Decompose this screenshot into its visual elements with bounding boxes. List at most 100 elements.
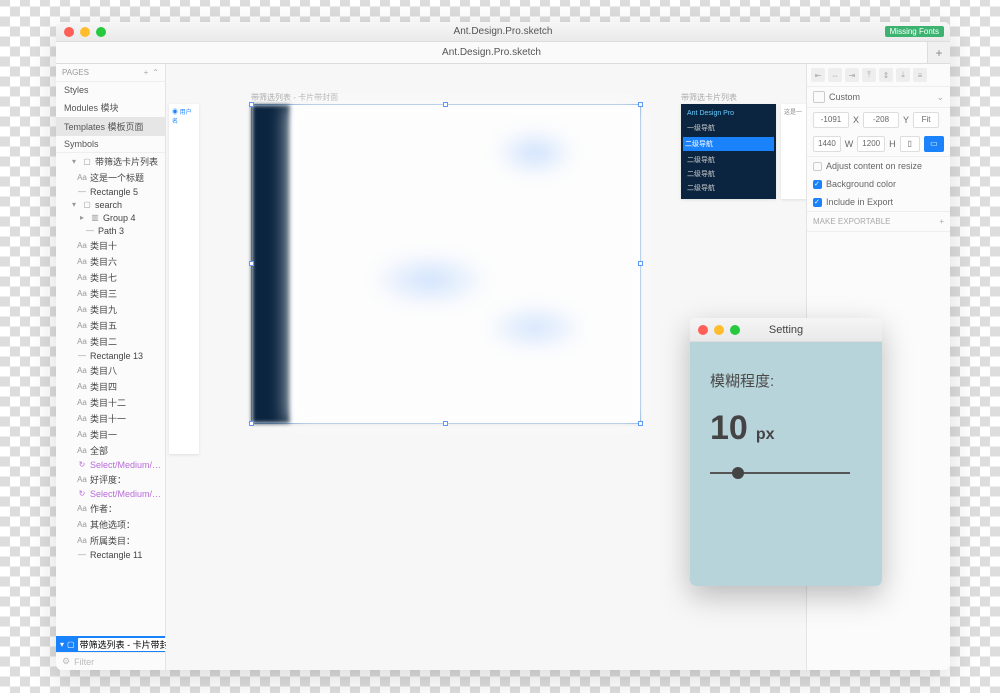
- add-page-icon[interactable]: +: [144, 68, 149, 77]
- distribute-icon[interactable]: ≡: [913, 68, 927, 82]
- window-title: Ant.Design.Pro.sketch: [56, 26, 950, 37]
- layer-row[interactable]: ▾▢带筛选卡片列表: [56, 153, 165, 169]
- layer-row[interactable]: ↻Select/Medium/…: [56, 487, 165, 500]
- artboard-label-main: 带筛选列表 - 卡片带封面: [251, 92, 338, 103]
- layer-label: 类目一: [90, 428, 117, 441]
- nav-item: 二级导航: [687, 153, 770, 167]
- align-bottom-icon[interactable]: ⤓: [896, 68, 910, 82]
- layer-label: 全部: [90, 444, 108, 457]
- landscape-button[interactable]: ▭: [924, 136, 944, 152]
- layer-label: Path 3: [98, 226, 124, 236]
- portrait-button[interactable]: ▯: [900, 136, 920, 152]
- layer-label: 类目五: [90, 319, 117, 332]
- missing-fonts-badge[interactable]: Missing Fonts: [885, 26, 944, 37]
- side-text: 这是一: [784, 110, 802, 116]
- layer-row[interactable]: Aa类目八: [56, 362, 165, 378]
- fit-button[interactable]: Fit: [913, 112, 939, 128]
- layer-label: Rectangle 13: [90, 351, 143, 361]
- align-left-icon[interactable]: ⇤: [811, 68, 825, 82]
- blur-label: 模糊程度:: [710, 370, 862, 391]
- layer-row[interactable]: —Path 3: [56, 224, 165, 237]
- layer-label: Group 4: [103, 213, 136, 223]
- add-export-icon[interactable]: +: [939, 217, 944, 226]
- layer-row[interactable]: Aa类目十一: [56, 410, 165, 426]
- y-input[interactable]: -208: [863, 112, 899, 128]
- adjust-label: Adjust content on resize: [826, 161, 922, 171]
- artboard-small-left[interactable]: ◉ 用户名: [169, 104, 199, 454]
- size-preset[interactable]: Custom: [829, 92, 932, 102]
- bg-checkbox[interactable]: [813, 180, 822, 189]
- layer-row[interactable]: ▸▥Group 4: [56, 211, 165, 224]
- layer-row[interactable]: Aa类目十二: [56, 394, 165, 410]
- align-middle-icon[interactable]: ⇕: [879, 68, 893, 82]
- preset-icon: [813, 91, 825, 103]
- blur-slider[interactable]: [710, 472, 850, 474]
- export-checkbox[interactable]: [813, 198, 822, 207]
- artboard-side-text[interactable]: 这是一: [781, 104, 806, 199]
- layer-row[interactable]: —Rectangle 5: [56, 185, 165, 198]
- layer-row[interactable]: Aa类目一: [56, 426, 165, 442]
- layer-row[interactable]: Aa类目四: [56, 378, 165, 394]
- layer-row[interactable]: —Rectangle 11: [56, 548, 165, 561]
- layer-label: 作者：: [90, 502, 117, 515]
- layer-row[interactable]: Aa类目六: [56, 253, 165, 269]
- bg-label: Background color: [826, 179, 896, 189]
- layer-label: 这是一个标题: [90, 171, 144, 184]
- layers-panel[interactable]: ▾▢带筛选卡片列表Aa这是一个标题—Rectangle 5▾▢search▸▥G…: [56, 152, 165, 636]
- page-item[interactable]: Templates 模板页面: [56, 117, 165, 136]
- layer-row[interactable]: —Rectangle 13: [56, 349, 165, 362]
- layer-label: 其他选项：: [90, 518, 135, 531]
- layer-row[interactable]: ▾▢search: [56, 198, 165, 211]
- layer-row[interactable]: Aa作者：: [56, 500, 165, 516]
- nav-item: 二级导航: [687, 167, 770, 181]
- filter-placeholder: Filter: [74, 657, 94, 667]
- artboard-label-right: 带筛选卡片列表: [681, 92, 737, 103]
- pages-header: PAGES +⌃: [56, 64, 165, 82]
- h-input[interactable]: 1200: [857, 136, 885, 152]
- layer-label: 类目二: [90, 335, 117, 348]
- page-item[interactable]: Styles: [56, 82, 165, 98]
- page-item[interactable]: Modules 模块: [56, 98, 165, 117]
- layer-row[interactable]: Aa其他选项：: [56, 516, 165, 532]
- w-input[interactable]: 1440: [813, 136, 841, 152]
- layer-row[interactable]: Aa所属类目：: [56, 532, 165, 548]
- collapse-pages-icon[interactable]: ⌃: [152, 68, 159, 77]
- layer-row[interactable]: Aa类目七: [56, 269, 165, 285]
- align-tools: ⇤⇔⇥⤒⇕⤓≡: [807, 64, 950, 87]
- layer-label: 类目九: [90, 303, 117, 316]
- layer-row[interactable]: Aa类目二: [56, 333, 165, 349]
- layer-label: 带筛选卡片列表: [95, 155, 158, 168]
- slider-thumb[interactable]: [732, 467, 744, 479]
- layer-label: Rectangle 5: [90, 187, 138, 197]
- artboard-main[interactable]: [251, 104, 641, 424]
- titlebar: Ant.Design.Pro.sketch Missing Fonts: [56, 22, 950, 42]
- align-top-icon[interactable]: ⤒: [862, 68, 876, 82]
- nav-item: 一级导航: [687, 121, 770, 135]
- chevron-down-icon[interactable]: ⌄: [936, 92, 944, 103]
- layer-label: 类目十一: [90, 412, 126, 425]
- selected-artboard-row[interactable]: ▾▢ 带筛选列表 - 卡片带封面: [56, 636, 165, 652]
- adjust-checkbox[interactable]: [813, 162, 822, 171]
- layer-label: 所属类目：: [90, 534, 135, 547]
- layer-row[interactable]: Aa类目五: [56, 317, 165, 333]
- nav-header: Ant Design Pro: [687, 110, 770, 117]
- tab-document[interactable]: Ant.Design.Pro.sketch: [56, 42, 928, 63]
- filter-bar[interactable]: ⚙ Filter: [56, 652, 165, 670]
- layer-row[interactable]: Aa类目三: [56, 285, 165, 301]
- align-center-h-icon[interactable]: ⇔: [828, 68, 842, 82]
- selected-artboard-label: 带筛选列表 - 卡片带封面: [78, 638, 180, 651]
- layer-row[interactable]: Aa好评度：: [56, 471, 165, 487]
- align-right-icon[interactable]: ⇥: [845, 68, 859, 82]
- layer-row[interactable]: Aa类目九: [56, 301, 165, 317]
- layer-row[interactable]: Aa类目十: [56, 237, 165, 253]
- layer-row[interactable]: Aa全部: [56, 442, 165, 458]
- x-input[interactable]: -1091: [813, 112, 849, 128]
- artboard-nav[interactable]: Ant Design Pro 一级导航 二级导航 二级导航 二级导航 二级导航: [681, 104, 776, 199]
- add-tab-button[interactable]: +: [928, 42, 950, 63]
- layer-row[interactable]: ↻Select/Medium/…: [56, 458, 165, 471]
- layer-row[interactable]: Aa这是一个标题: [56, 169, 165, 185]
- layer-label: Rectangle 11: [90, 550, 142, 560]
- nav-item: 二级导航: [683, 137, 774, 151]
- layer-label: 类目十: [90, 239, 117, 252]
- page-item[interactable]: Symbols: [56, 136, 165, 152]
